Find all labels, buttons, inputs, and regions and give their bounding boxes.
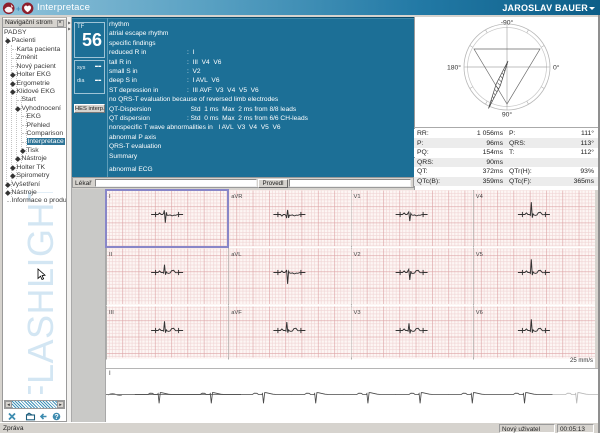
svg-text:0°: 0° xyxy=(553,64,560,72)
svg-text:90°: 90° xyxy=(502,111,513,119)
svg-text:?: ? xyxy=(54,414,58,421)
svg-text:+: + xyxy=(16,5,21,14)
svg-text:180°: 180° xyxy=(447,64,461,72)
svg-text:-90°: -90° xyxy=(501,19,514,27)
